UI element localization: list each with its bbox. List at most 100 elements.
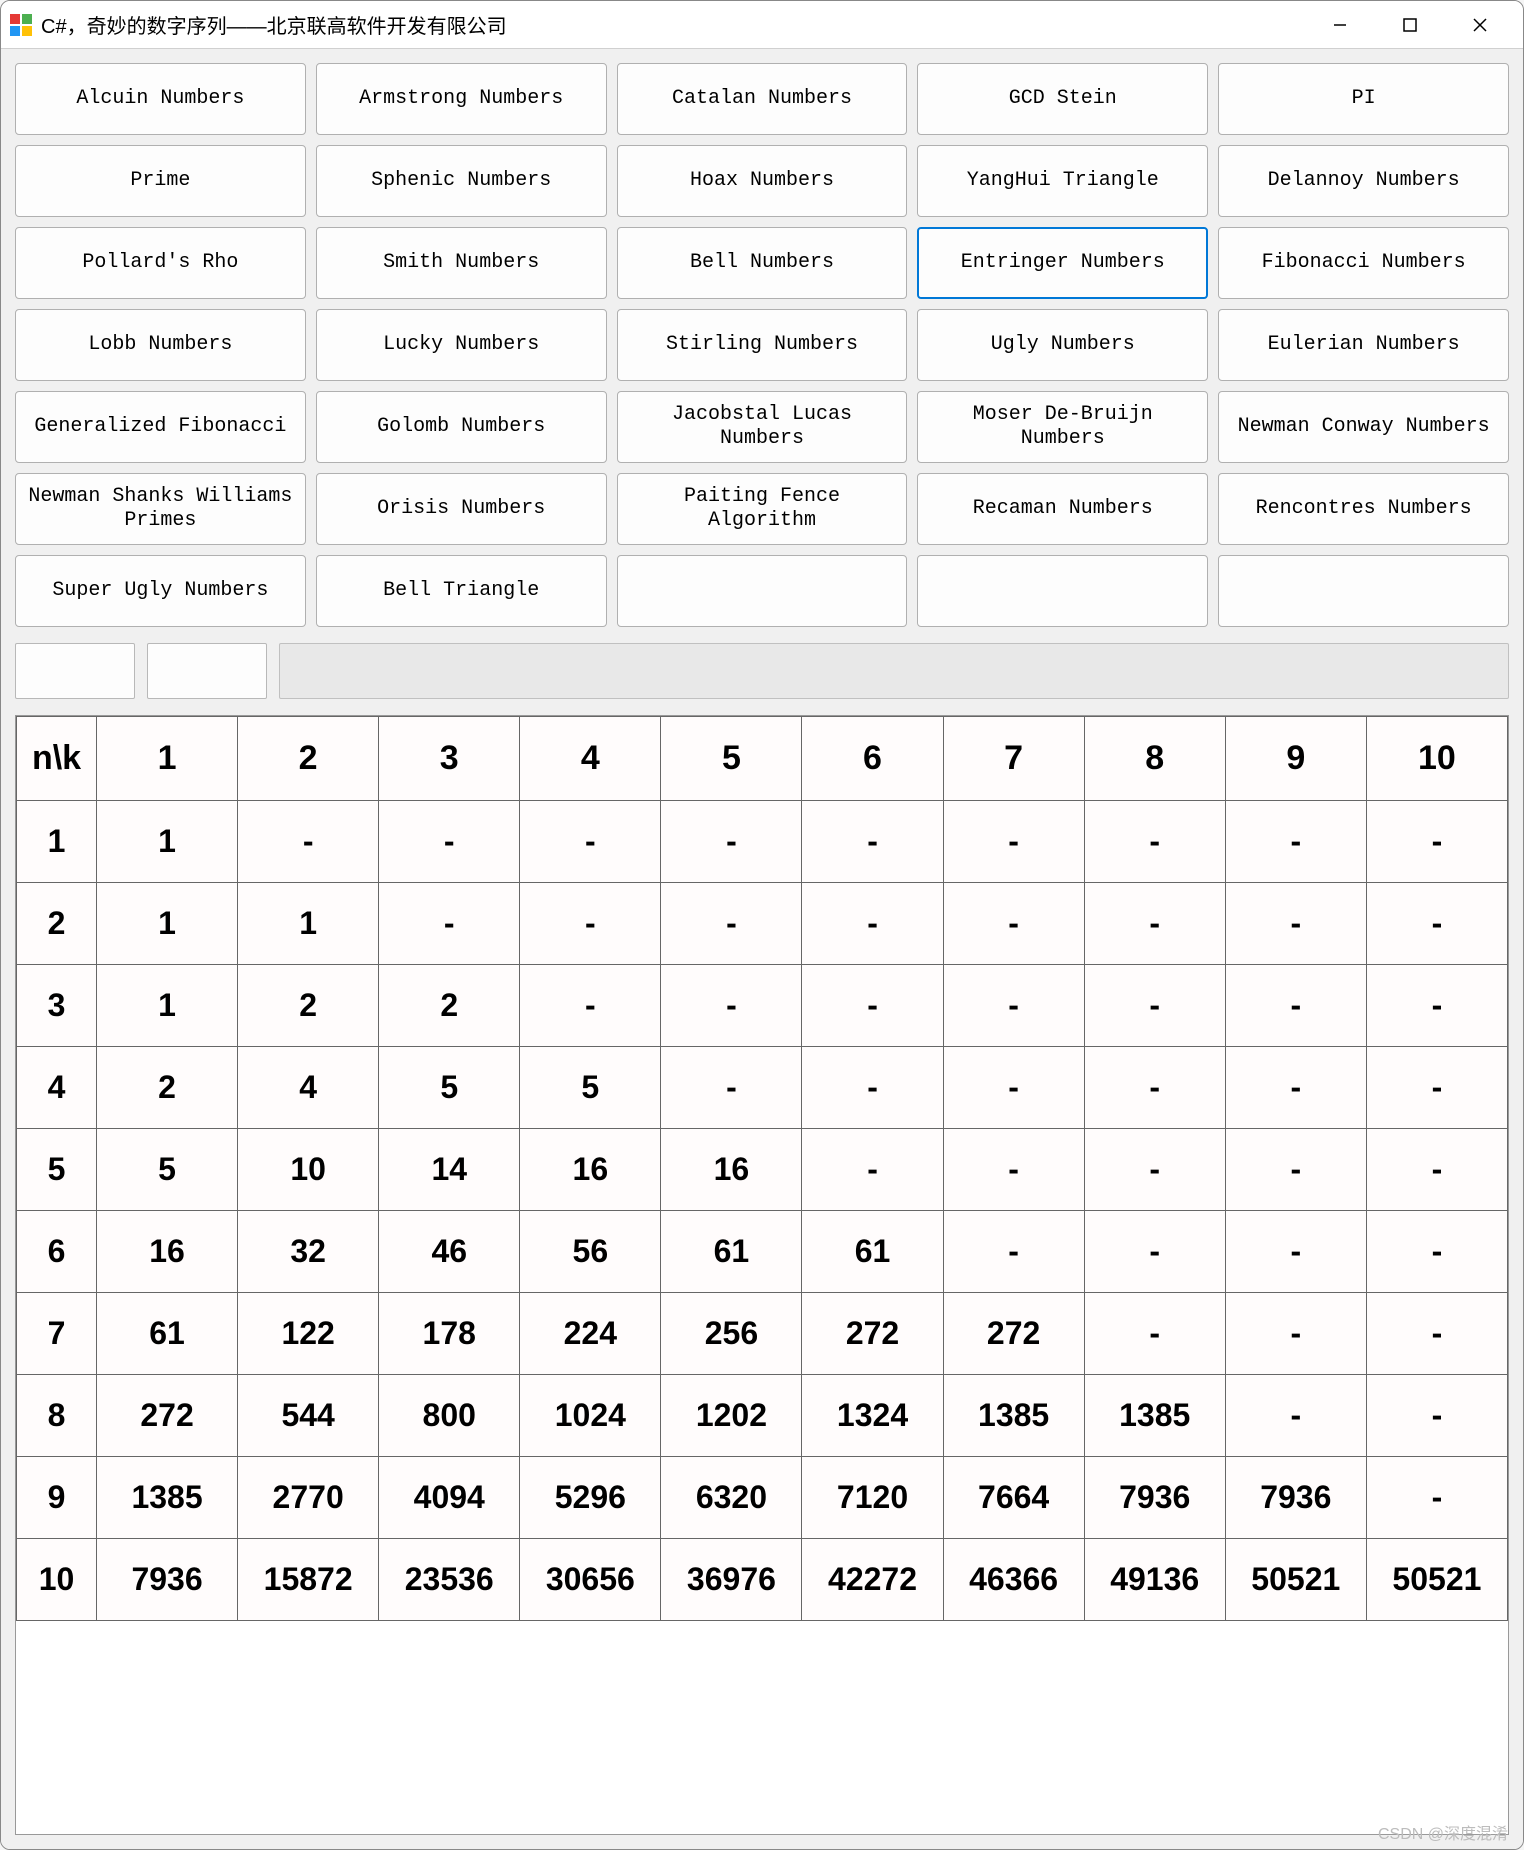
sequence-button-sphenic-numbers[interactable]: Sphenic Numbers	[316, 145, 607, 217]
toolbar-box-1[interactable]	[15, 643, 135, 699]
sequence-button-label: GCD Stein	[1009, 87, 1117, 111]
sequence-button-newman-conway-numbers[interactable]: Newman Conway Numbers	[1218, 391, 1509, 463]
sequence-button-moser-de-bruijn-numbers[interactable]: Moser De-Bruijn Numbers	[917, 391, 1208, 463]
sequence-button-label: Golomb Numbers	[377, 415, 545, 439]
sequence-button-bell-triangle[interactable]: Bell Triangle	[316, 555, 607, 627]
table-cell: 7936	[1084, 1457, 1225, 1539]
table-row: 9138527704094529663207120766479367936-	[17, 1457, 1508, 1539]
sequence-button-super-ugly-numbers[interactable]: Super Ugly Numbers	[15, 555, 306, 627]
table-cell: 1	[97, 801, 238, 883]
sequence-button-yanghui-triangle[interactable]: YangHui Triangle	[917, 145, 1208, 217]
sequence-button-empty-34[interactable]	[1218, 555, 1509, 627]
table-cell: -	[943, 1047, 1084, 1129]
minimize-button[interactable]	[1305, 1, 1375, 48]
sequence-button-orisis-numbers[interactable]: Orisis Numbers	[316, 473, 607, 545]
maximize-button[interactable]	[1375, 1, 1445, 48]
table-cell: 1385	[943, 1375, 1084, 1457]
sequence-button-fibonacci-numbers[interactable]: Fibonacci Numbers	[1218, 227, 1509, 299]
sequence-button-label: Newman Shanks Williams Primes	[24, 485, 297, 533]
table-cell: -	[1084, 1047, 1225, 1129]
sequence-button-stirling-numbers[interactable]: Stirling Numbers	[617, 309, 908, 381]
table-col-header: 5	[661, 717, 802, 801]
table-cell: -	[1366, 1211, 1507, 1293]
table-cell: -	[802, 965, 943, 1047]
sequence-button-empty-32[interactable]	[617, 555, 908, 627]
table-cell: -	[238, 801, 379, 883]
sequence-button-label: Generalized Fibonacci	[34, 415, 286, 439]
table-cell: -	[943, 801, 1084, 883]
table-row: 827254480010241202132413851385--	[17, 1375, 1508, 1457]
table-cell: -	[1084, 1293, 1225, 1375]
close-button[interactable]	[1445, 1, 1515, 48]
sequence-button-ugly-numbers[interactable]: Ugly Numbers	[917, 309, 1208, 381]
table-col-header: 9	[1225, 717, 1366, 801]
table-cell: 15872	[238, 1539, 379, 1621]
table-row: 211--------	[17, 883, 1508, 965]
table-cell: 5	[97, 1129, 238, 1211]
table-cell: 61	[802, 1211, 943, 1293]
toolbar-box-2[interactable]	[147, 643, 267, 699]
table-cell: 6320	[661, 1457, 802, 1539]
sequence-button-bell-numbers[interactable]: Bell Numbers	[617, 227, 908, 299]
sequence-button-gcd-stein[interactable]: GCD Stein	[917, 63, 1208, 135]
entringer-table: n\k1234567891011---------211--------3122…	[16, 716, 1508, 1621]
table-cell: 61	[97, 1293, 238, 1375]
table-cell: -	[1366, 965, 1507, 1047]
table-cell: -	[661, 965, 802, 1047]
sequence-button-catalan-numbers[interactable]: Catalan Numbers	[617, 63, 908, 135]
table-col-header: 6	[802, 717, 943, 801]
table-cell: -	[1084, 883, 1225, 965]
table-cell: 16	[97, 1211, 238, 1293]
sequence-button-label: Moser De-Bruijn Numbers	[926, 403, 1199, 451]
sequence-button-alcuin-numbers[interactable]: Alcuin Numbers	[15, 63, 306, 135]
sequence-button-delannoy-numbers[interactable]: Delannoy Numbers	[1218, 145, 1509, 217]
table-row-header: 5	[17, 1129, 97, 1211]
table-cell: -	[1084, 1211, 1225, 1293]
table-cell: 5	[379, 1047, 520, 1129]
sequence-button-paiting-fence-algorithm[interactable]: Paiting Fence Algorithm	[617, 473, 908, 545]
table-cell: 61	[661, 1211, 802, 1293]
sequence-button-label: Bell Numbers	[690, 251, 834, 275]
table-cell: -	[379, 801, 520, 883]
sequence-button-generalized-fibonacci[interactable]: Generalized Fibonacci	[15, 391, 306, 463]
table-cell: -	[1366, 1293, 1507, 1375]
sequence-button-hoax-numbers[interactable]: Hoax Numbers	[617, 145, 908, 217]
table-cell: -	[943, 965, 1084, 1047]
sequence-button-armstrong-numbers[interactable]: Armstrong Numbers	[316, 63, 607, 135]
sequence-button-label: Smith Numbers	[383, 251, 539, 275]
sequence-button-label: Jacobstal Lucas Numbers	[626, 403, 899, 451]
table-row-header: 9	[17, 1457, 97, 1539]
sequence-button-golomb-numbers[interactable]: Golomb Numbers	[316, 391, 607, 463]
sequence-button-pi[interactable]: PI	[1218, 63, 1509, 135]
table-cell: -	[520, 883, 661, 965]
table-row-header: 8	[17, 1375, 97, 1457]
sequence-button-pollard-s-rho[interactable]: Pollard's Rho	[15, 227, 306, 299]
sequence-button-label: Stirling Numbers	[666, 333, 858, 357]
sequence-button-recaman-numbers[interactable]: Recaman Numbers	[917, 473, 1208, 545]
sequence-button-rencontres-numbers[interactable]: Rencontres Numbers	[1218, 473, 1509, 545]
table-cell: -	[802, 883, 943, 965]
table-row: 761122178224256272272---	[17, 1293, 1508, 1375]
table-cell: 1	[97, 883, 238, 965]
table-cell: 2	[238, 965, 379, 1047]
sequence-button-jacobstal-lucas-numbers[interactable]: Jacobstal Lucas Numbers	[617, 391, 908, 463]
table-row: 3122-------	[17, 965, 1508, 1047]
table-cell: 23536	[379, 1539, 520, 1621]
table-row-header: 7	[17, 1293, 97, 1375]
sequence-button-empty-33[interactable]	[917, 555, 1208, 627]
table-cell: -	[379, 883, 520, 965]
title-bar: C#，奇妙的数字序列——北京联高软件开发有限公司	[1, 1, 1523, 49]
sequence-button-prime[interactable]: Prime	[15, 145, 306, 217]
sequence-button-smith-numbers[interactable]: Smith Numbers	[316, 227, 607, 299]
table-cell: -	[520, 801, 661, 883]
table-cell: -	[1366, 1047, 1507, 1129]
sequence-button-lobb-numbers[interactable]: Lobb Numbers	[15, 309, 306, 381]
table-cell: 544	[238, 1375, 379, 1457]
sequence-button-lucky-numbers[interactable]: Lucky Numbers	[316, 309, 607, 381]
sequence-button-entringer-numbers[interactable]: Entringer Numbers	[917, 227, 1208, 299]
table-cell: 42272	[802, 1539, 943, 1621]
table-cell: 2	[97, 1047, 238, 1129]
sequence-button-eulerian-numbers[interactable]: Eulerian Numbers	[1218, 309, 1509, 381]
sequence-button-newman-shanks-williams-primes[interactable]: Newman Shanks Williams Primes	[15, 473, 306, 545]
table-cell: 256	[661, 1293, 802, 1375]
